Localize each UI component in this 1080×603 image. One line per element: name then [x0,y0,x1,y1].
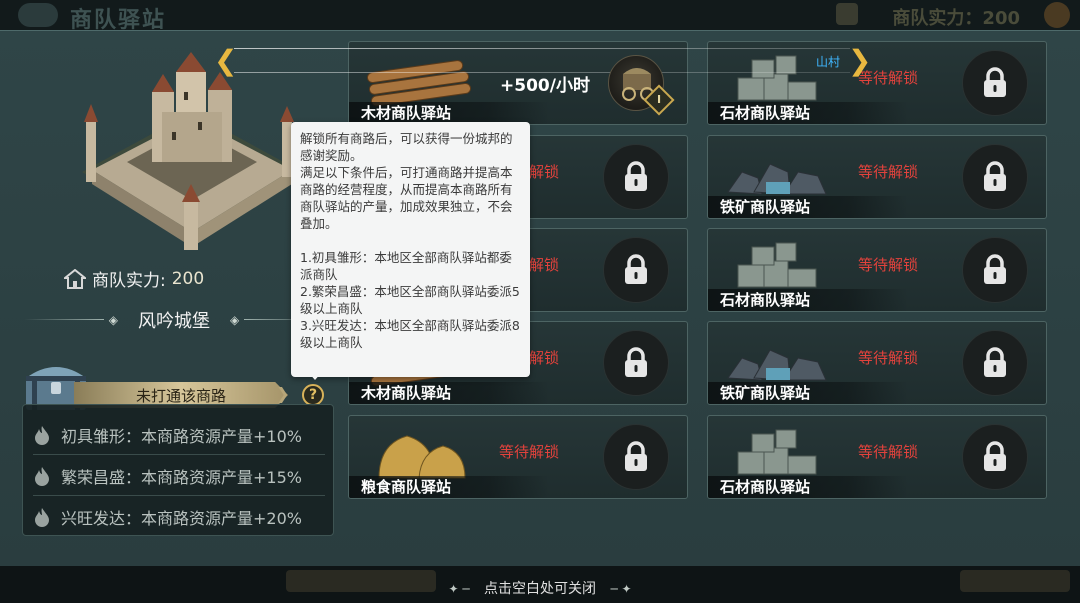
station-name: 石材商队驿站 [708,102,908,124]
station-card[interactable]: 粮食商队驿站 等待解锁 [348,415,688,499]
lock-button[interactable] [603,424,669,490]
lock-button[interactable] [603,144,669,210]
power-label: 商队实力: [92,271,166,291]
lock-button[interactable] [962,237,1028,303]
back-button[interactable] [18,3,58,27]
station-status: 等待解锁 [858,256,919,274]
station-name: 石材商队驿站 [708,476,908,498]
station-card[interactable]: 石材商队驿站 等待解锁 [707,415,1047,499]
station-name: 粮食商队驿站 [349,476,549,498]
chevron-left-icon[interactable]: ❮ [214,44,237,78]
lock-icon [625,347,647,377]
station-name: 铁矿商队驿站 [708,196,908,218]
help-tooltip: 解锁所有商路后，可以获得一份城邦的感谢奖励。 满足以下条件后，可打通商路并提高本… [291,122,530,377]
station-card[interactable]: 铁矿商队驿站 等待解锁 [707,135,1047,219]
lock-button[interactable] [603,237,669,303]
house-icon [64,268,86,289]
station-status: 等待解锁 [858,443,919,461]
bonus-text: 兴旺发达：本商路资源产量+20% [61,509,302,528]
bonus-row: 繁荣昌盛：本商路资源产量+15% [33,456,325,496]
flame-icon [35,466,49,486]
ornament-icon: ─ ✦ [610,582,632,596]
lock-button[interactable] [962,330,1028,396]
flame-icon [35,425,49,445]
help-button[interactable]: ? [302,384,324,406]
lock-icon [984,441,1006,471]
banner-divider [234,48,850,49]
lock-icon [984,347,1006,377]
chevron-right-icon[interactable]: ❯ [848,44,871,78]
lock-icon [625,441,647,471]
chevron-right-icon: ❯ [276,384,290,403]
diamond-icon: ◈ [230,313,240,327]
tooltip-arrow [308,372,322,380]
close-hint[interactable]: ✦ ─ 点击空白处可关闭 ─ ✦ [0,578,1080,598]
location-label: 山村 [816,55,841,69]
route-banner: ❮ ❯ +500/小时 [214,44,871,96]
ornament-icon: ✦ ─ [448,582,470,596]
station-status: 等待解锁 [858,349,919,367]
close-hint-text: 点击空白处可关闭 [484,581,596,597]
lock-button[interactable] [603,330,669,396]
tooltip-text: 解锁所有商路后，可以获得一份城邦的感谢奖励。 满足以下条件后，可打通商路并提高本… [300,131,520,350]
station-card[interactable]: 铁矿商队驿站 等待解锁 [707,321,1047,405]
station-name: 木材商队驿站 [349,102,549,124]
production-rate: +500/小时 [500,76,590,96]
level-value: I [656,93,662,106]
station-name: 木材商队驿站 [349,382,549,404]
lock-button[interactable] [962,50,1028,116]
top-power-label: 商队实力：200 [892,8,1020,29]
castle-name: 风吟城堡 [138,311,210,332]
top-bar: 商队驿站 商队实力：200 [0,0,1080,33]
bonus-list: 初具雏形：本商路资源产量+10% 繁荣昌盛：本商路资源产量+15% 兴旺发达：本… [22,404,334,536]
station-status: 等待解锁 [858,163,919,181]
lock-button[interactable] [962,424,1028,490]
bonus-row: 兴旺发达：本商路资源产量+20% [33,497,325,537]
power-value: 200 [171,268,205,289]
bonus-row: 初具雏形：本商路资源产量+10% [33,415,325,455]
bonus-text: 繁荣昌盛：本商路资源产量+15% [61,467,302,487]
castle-image [82,52,302,250]
power-icon [836,3,858,25]
lock-icon [625,254,647,284]
caravan-power: 商队实力: 200 [64,266,204,291]
castle-name-bar: ◈ 风吟城堡 ◈ [24,301,324,339]
station-name: 铁矿商队驿站 [708,382,908,404]
lock-icon [984,67,1006,97]
lock-icon [625,161,647,191]
lock-button[interactable] [962,144,1028,210]
flame-icon [35,508,49,527]
lock-icon [984,254,1006,284]
diamond-icon: ◈ [108,313,118,327]
station-name: 石材商队驿站 [708,289,908,311]
lock-icon [984,161,1006,191]
station-card[interactable]: 石材商队驿站 等待解锁 [707,228,1047,312]
bonus-text: 初具雏形：本商路资源产量+10% [61,426,302,446]
station-status: 等待解锁 [499,443,560,461]
top-menu-icon[interactable] [1044,2,1070,28]
